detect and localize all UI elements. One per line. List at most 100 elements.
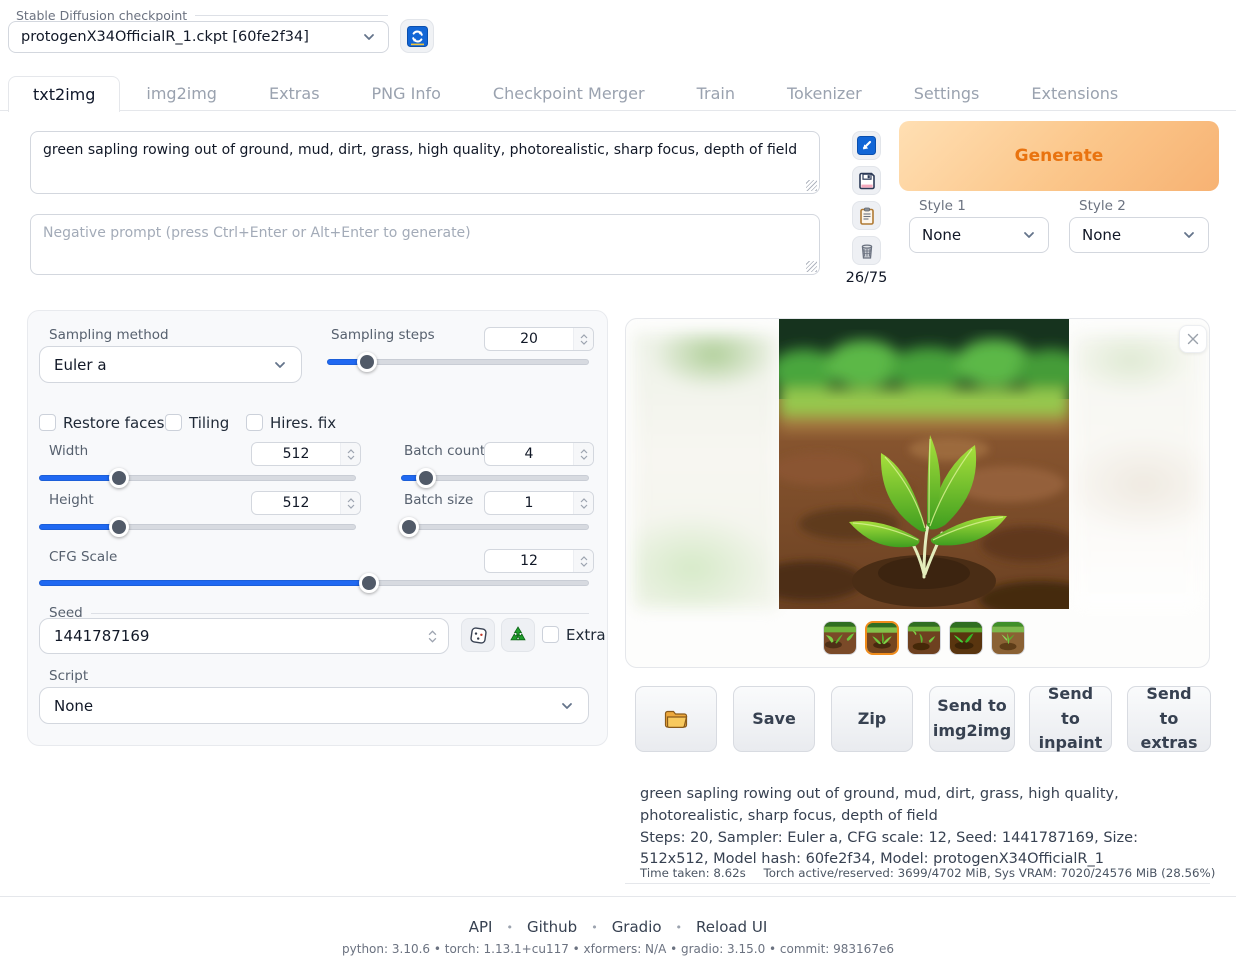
slider-thumb[interactable] — [357, 352, 377, 372]
tab-img2img[interactable]: img2img — [120, 76, 243, 111]
stepper-buttons[interactable] — [573, 550, 593, 572]
generated-image[interactable] — [779, 319, 1069, 609]
slider-thumb[interactable] — [109, 468, 129, 488]
footer-versions: python: 3.10.6 • torch: 1.13.1+cu117 • x… — [0, 942, 1236, 956]
tab-tokenizer[interactable]: Tokenizer — [761, 76, 888, 111]
chevron-down-icon — [362, 30, 376, 44]
script-value: None — [54, 697, 560, 715]
batch-count-input[interactable]: 4 — [484, 442, 594, 466]
batch-size-input[interactable]: 1 — [484, 491, 594, 515]
tab-settings[interactable]: Settings — [888, 76, 1006, 111]
random-seed-button[interactable] — [461, 618, 495, 652]
tab-png-info[interactable]: PNG Info — [346, 76, 467, 111]
tab-txt2img[interactable]: txt2img — [8, 76, 120, 112]
thumbnail-5[interactable] — [991, 621, 1025, 655]
generate-button[interactable]: Generate — [899, 121, 1219, 191]
arrow-down-left-icon — [857, 136, 876, 155]
style1-select[interactable]: None — [909, 217, 1049, 253]
api-link[interactable]: API — [469, 918, 493, 936]
checkpoint-select[interactable]: protogenX34OfficialR_1.ckpt [60fe2f34] — [8, 21, 389, 53]
restore-faces-checkbox[interactable] — [39, 414, 56, 431]
slider-thumb[interactable] — [399, 517, 419, 537]
generation-info-params: Steps: 20, Sampler: Euler a, CFG scale: … — [640, 828, 1210, 872]
tab-checkpoint-merger[interactable]: Checkpoint Merger — [467, 76, 671, 111]
sampling-method-label: Sampling method — [49, 327, 169, 343]
dice-icon — [469, 626, 488, 645]
sampling-steps-input[interactable]: 20 — [484, 327, 594, 351]
refresh-checkpoints-button[interactable] — [400, 19, 434, 53]
sampling-steps-slider[interactable] — [327, 359, 589, 365]
tab-extensions[interactable]: Extensions — [1005, 76, 1144, 111]
chevron-down-icon — [428, 637, 437, 643]
cfg-scale-label: CFG Scale — [49, 549, 117, 565]
close-gallery-button[interactable] — [1179, 325, 1207, 353]
batch-count-slider[interactable] — [401, 475, 589, 481]
thumbnail-4[interactable] — [949, 621, 983, 655]
style2-select[interactable]: None — [1069, 217, 1209, 253]
chevron-up-icon — [428, 630, 437, 636]
slider-thumb[interactable] — [416, 468, 436, 488]
thumbnail-2-selected[interactable] — [865, 621, 899, 655]
reload-ui-link[interactable]: Reload UI — [696, 918, 767, 936]
separator: • — [506, 921, 513, 934]
cfg-scale-slider[interactable] — [39, 580, 589, 586]
hires-fix-checkbox[interactable] — [246, 414, 263, 431]
slider-thumb[interactable] — [109, 517, 129, 537]
width-input[interactable]: 512 — [251, 442, 361, 466]
stepper-buttons[interactable] — [340, 443, 360, 465]
main-tabs: txt2img img2img Extras PNG Info Checkpoi… — [8, 76, 1144, 111]
apply-style-button[interactable] — [852, 201, 881, 230]
prompt-resize-grip[interactable] — [806, 180, 817, 191]
slider-thumb[interactable] — [359, 573, 379, 593]
send-to-extras-button[interactable]: Send to extras — [1127, 686, 1211, 752]
thumbnail-1[interactable] — [823, 621, 857, 655]
style1-value: None — [922, 226, 1022, 244]
save-button[interactable]: Save — [733, 686, 815, 752]
stepper-buttons[interactable] — [573, 328, 593, 350]
gallery-prev-image-blurred[interactable] — [634, 333, 778, 609]
generation-info: green sapling rowing out of ground, mud,… — [640, 784, 1210, 871]
thumbnail-3[interactable] — [907, 621, 941, 655]
sampling-method-select[interactable]: Euler a — [39, 346, 302, 383]
stepper-buttons[interactable] — [573, 492, 593, 514]
height-slider[interactable] — [39, 524, 356, 530]
prompt-input[interactable]: green sapling rowing out of ground, mud,… — [30, 131, 820, 194]
gallery-next-image-blurred[interactable] — [1072, 333, 1202, 609]
close-icon — [1186, 332, 1200, 346]
zip-button[interactable]: Zip — [831, 686, 913, 752]
gradio-link[interactable]: Gradio — [612, 918, 662, 936]
send-to-inpaint-button[interactable]: Send to inpaint — [1029, 686, 1112, 752]
negative-prompt-resize-grip[interactable] — [806, 261, 817, 272]
reuse-seed-button[interactable] — [501, 618, 535, 652]
tab-extras[interactable]: Extras — [243, 76, 346, 111]
tiling-checkbox[interactable] — [165, 414, 182, 431]
separator: • — [676, 921, 683, 934]
open-folder-button[interactable] — [635, 686, 717, 752]
stepper-buttons[interactable] — [340, 492, 360, 514]
cfg-scale-value: 12 — [485, 553, 573, 569]
clear-prompt-button[interactable] — [852, 236, 881, 265]
negative-prompt-input[interactable] — [30, 214, 820, 275]
performance-info: Time taken: 8.62s Torch active/reserved:… — [640, 866, 1215, 880]
stepper-buttons[interactable] — [422, 623, 442, 649]
seed-input[interactable]: 1441787169 — [39, 618, 449, 654]
slider-fill — [39, 475, 118, 481]
script-select[interactable]: None — [39, 687, 589, 724]
stepper-buttons[interactable] — [573, 443, 593, 465]
github-link[interactable]: Github — [527, 918, 577, 936]
cfg-scale-input[interactable]: 12 — [484, 549, 594, 573]
tab-train[interactable]: Train — [671, 76, 761, 111]
width-slider[interactable] — [39, 475, 356, 481]
send-to-img2img-button[interactable]: Send to img2img — [929, 686, 1015, 752]
chevron-up-icon — [580, 556, 588, 561]
chevron-down-icon — [580, 340, 588, 345]
chevron-up-icon — [580, 449, 588, 454]
batch-count-label: Batch count — [404, 443, 485, 459]
paste-generation-params-button[interactable] — [852, 131, 881, 160]
label-rule — [91, 613, 589, 614]
info-divider — [625, 883, 1210, 884]
extra-seed-checkbox[interactable] — [542, 626, 559, 643]
batch-size-slider[interactable] — [401, 524, 589, 530]
save-style-button[interactable] — [852, 166, 881, 195]
height-input[interactable]: 512 — [251, 491, 361, 515]
